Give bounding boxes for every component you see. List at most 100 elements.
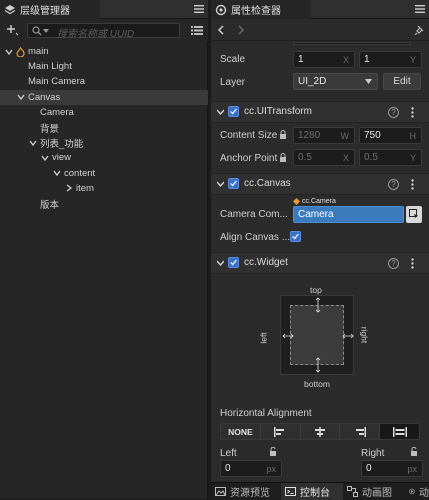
widget-alignment-diagram <box>280 295 354 375</box>
chevron-down-icon[interactable] <box>17 93 25 101</box>
align-stretch-button[interactable] <box>380 424 419 439</box>
tree-node-label: 列表_功能 <box>40 138 84 150</box>
layers-icon <box>4 4 16 14</box>
scale-x-input[interactable]: 1X <box>293 51 355 68</box>
unlock-icon[interactable] <box>410 447 418 456</box>
lock-icon[interactable] <box>279 153 287 162</box>
tree-node[interactable]: Main Camera <box>0 74 208 89</box>
forward-arrow-icon[interactable] <box>238 25 245 35</box>
axis-w-label: W <box>340 131 350 141</box>
tree-node[interactable]: main <box>0 44 208 59</box>
bottom-tab-bar: 资源预览 控制台 动画图 动 <box>211 482 429 500</box>
settings-icon <box>215 4 227 15</box>
content-width-input[interactable]: 1280 W <box>293 127 355 144</box>
axis-y-label: Y <box>409 153 416 163</box>
tab-hierarchy[interactable]: 层级管理器 <box>0 0 100 19</box>
more-options-icon[interactable] <box>411 107 414 118</box>
name-field-edge <box>293 42 411 45</box>
chevron-down-icon[interactable] <box>217 109 224 115</box>
chevron-down-icon[interactable] <box>5 48 13 56</box>
anchor-y-input[interactable]: 0.5 Y <box>359 149 422 166</box>
scale-y-value: 1 <box>364 54 370 65</box>
align-left-icon <box>274 426 285 437</box>
chevron-down-icon[interactable] <box>29 139 37 147</box>
content-width-value: 1280 <box>298 130 321 141</box>
unlock-icon[interactable] <box>269 447 277 456</box>
menu-icon[interactable] <box>193 3 205 15</box>
tab-console[interactable]: 控制台 <box>281 483 343 500</box>
list-view-icon[interactable] <box>191 25 203 36</box>
align-right-icon <box>355 426 366 437</box>
tree-node[interactable]: 版本 <box>0 196 208 211</box>
uitransform-section-header[interactable]: cc.UITransform ? <box>211 101 429 123</box>
tree-node-label: Canvas <box>28 91 61 103</box>
anchor-x-input[interactable]: 0.5 X <box>293 149 355 166</box>
more-options-icon[interactable] <box>411 258 414 269</box>
axis-y-label: Y <box>409 55 416 65</box>
menu-icon[interactable] <box>414 3 426 15</box>
chevron-down-icon[interactable] <box>41 154 49 162</box>
chevron-right-icon[interactable] <box>65 184 73 192</box>
content-size-label: Content Size <box>220 130 278 141</box>
chevron-down-icon[interactable] <box>217 181 224 187</box>
tree-node[interactable]: Main Light <box>0 59 208 74</box>
align-left-button[interactable] <box>260 424 301 439</box>
camera-component-field[interactable]: Camera <box>293 206 404 223</box>
tree-node-label: Main Camera <box>28 76 86 88</box>
help-icon[interactable]: ? <box>388 179 399 190</box>
axis-x-label: X <box>342 55 349 65</box>
tree-node[interactable]: Canvas <box>0 89 208 105</box>
check-icon <box>230 259 237 266</box>
help-icon[interactable]: ? <box>388 107 399 118</box>
tree-spacer <box>17 78 25 86</box>
widget-enabled-checkbox[interactable] <box>228 257 239 268</box>
canvas-section-header[interactable]: cc.Canvas ? <box>211 173 429 195</box>
more-options-icon[interactable] <box>411 179 414 190</box>
camera-component-value: Camera <box>298 209 334 220</box>
chevron-down-icon[interactable] <box>217 260 224 266</box>
tree-node[interactable]: content <box>0 166 208 181</box>
align-none-button[interactable]: NONE <box>221 424 261 439</box>
tab-inspector[interactable]: 属性检查器 <box>211 0 311 19</box>
tab-animation-graph[interactable]: 动画图 <box>343 483 405 500</box>
help-icon[interactable]: ? <box>388 258 399 269</box>
widget-right-field-label: Right <box>361 448 385 459</box>
tree-node-label: 背景 <box>40 123 60 135</box>
widget-left-input[interactable]: 0 px <box>220 460 282 477</box>
add-node-icon[interactable] <box>6 24 19 36</box>
tree-node-label: item <box>76 182 94 194</box>
back-arrow-icon[interactable] <box>217 25 224 35</box>
tree-node[interactable]: view <box>0 150 208 165</box>
content-height-input[interactable]: 750 H <box>359 127 422 144</box>
tree-node[interactable]: 背景 <box>0 120 208 135</box>
edit-layer-button[interactable]: Edit <box>383 73 421 90</box>
scale-x-value: 1 <box>298 54 304 65</box>
check-icon <box>292 233 299 240</box>
chevron-down-icon[interactable] <box>53 169 61 177</box>
anchor-x-value: 0.5 <box>298 152 312 163</box>
uitransform-enabled-checkbox[interactable] <box>228 106 239 117</box>
axis-x-label: X <box>342 153 349 163</box>
align-right-button[interactable] <box>340 424 381 439</box>
tree-node[interactable]: item <box>0 181 208 196</box>
widget-section-header[interactable]: cc.Widget ? <box>211 252 429 274</box>
search-input[interactable]: 搜索名称或 UUID <box>27 23 180 40</box>
pin-icon[interactable] <box>415 25 425 35</box>
hierarchy-panel: 层级管理器 搜索名称或 UUID main Main Light Main Came… <box>0 0 208 499</box>
tree-node-label: Main Light <box>28 61 72 73</box>
scale-label: Scale <box>220 54 246 65</box>
widget-margin-arrows[interactable] <box>281 296 355 376</box>
lock-icon[interactable] <box>279 130 287 139</box>
hierarchy-tab-title: 层级管理器 <box>20 6 70 17</box>
align-center-button[interactable] <box>300 424 341 439</box>
pick-node-button[interactable] <box>406 206 422 223</box>
widget-right-input[interactable]: 0 px <box>361 460 423 477</box>
align-canvas-checkbox[interactable] <box>290 231 301 242</box>
tree-node[interactable]: 列表_功能 <box>0 135 208 150</box>
layer-select[interactable]: UI_2D <box>293 73 378 90</box>
tree-node[interactable]: Camera <box>0 105 208 120</box>
tab-asset-preview[interactable]: 资源预览 <box>211 483 281 500</box>
scale-y-input[interactable]: 1Y <box>359 51 422 68</box>
canvas-enabled-checkbox[interactable] <box>228 178 239 189</box>
tab-animation[interactable]: 动 <box>405 483 429 500</box>
